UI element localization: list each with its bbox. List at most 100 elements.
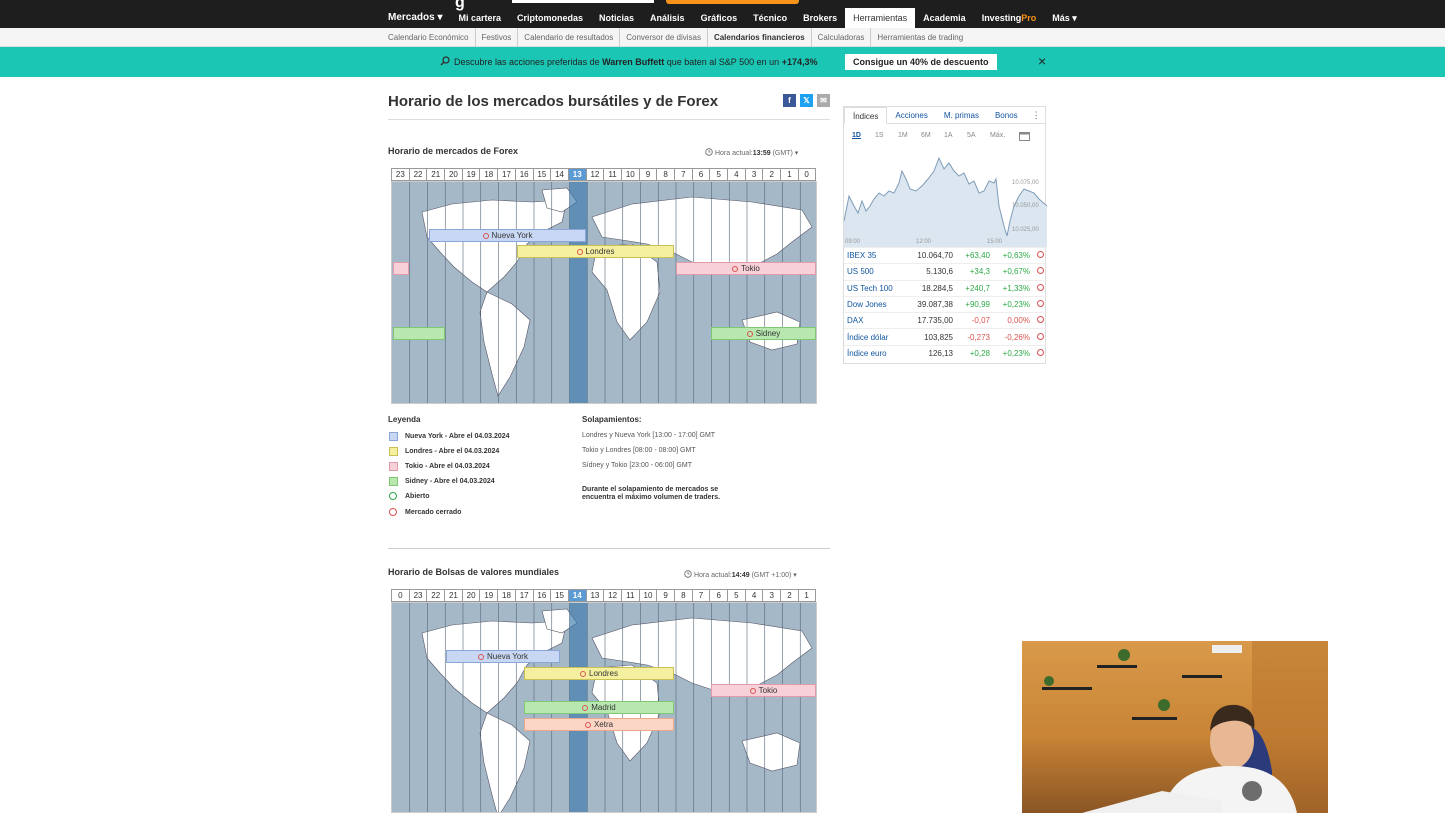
index-name[interactable]: Dow Jones [844, 300, 910, 309]
table-row[interactable]: IBEX 35 10.064,70 +63,40 +0,63% [844, 247, 1047, 263]
continent-shape [479, 291, 531, 397]
market-label: Sidney [755, 329, 781, 338]
period-1m[interactable]: 1M [898, 132, 921, 148]
period-1d[interactable]: 1D [852, 132, 875, 148]
index-value: 18.284,5 [921, 283, 953, 293]
hour-cell: 16 [532, 589, 551, 602]
nav-mas[interactable]: Más ▾ [1044, 8, 1085, 28]
table-row[interactable]: Dow Jones 39.087,38 +90,99 +0,23% [844, 295, 1047, 312]
period-1a[interactable]: 1A [944, 132, 967, 148]
nav-noticias[interactable]: Noticias [591, 8, 642, 28]
hour-cell: 23 [408, 589, 427, 602]
nav-herramientas[interactable]: Herramientas [845, 8, 916, 28]
period-1s[interactable]: 1S [875, 132, 898, 148]
table-row[interactable]: Índice dólar 103,825 -0,273 -0,26% [844, 328, 1047, 344]
period-5a[interactable]: 5A [967, 132, 990, 148]
expand-chart-icon[interactable] [1019, 132, 1030, 141]
search-input[interactable] [512, 0, 654, 3]
nav-graficos[interactable]: Gráficos [693, 8, 746, 28]
nav-brokers[interactable]: Brokers [795, 8, 845, 28]
index-name[interactable]: DAX [844, 316, 910, 325]
index-change: +240,7 [965, 283, 990, 293]
closed-icon [1030, 348, 1044, 358]
subnav-calendarios-financieros[interactable]: Calendarios financieros [708, 28, 812, 47]
twitter-icon[interactable]: 𝕏 [800, 94, 813, 107]
promo-name: Warren Buffett [602, 57, 665, 67]
chart-x-label: 12:00 [916, 239, 932, 245]
index-name[interactable]: US Tech 100 [844, 284, 910, 293]
legend-swatch [389, 462, 398, 471]
subnav-calculadoras[interactable]: Calculadoras [812, 28, 872, 47]
hour-cell: 18 [479, 168, 498, 181]
promo-cta-button[interactable]: Consigue un 40% de descuento [845, 54, 997, 70]
map-svg [409, 182, 813, 403]
forex-section-title: Horario de mercados de Forex [388, 146, 519, 156]
share-buttons: f 𝕏 ✉ [783, 94, 830, 107]
chart-y-label: 10.050,00 [1012, 203, 1039, 209]
subnav-herramientas-trading[interactable]: Herramientas de trading [871, 28, 969, 47]
tab-acciones[interactable]: Acciones [887, 107, 935, 123]
period-6m[interactable]: 6M [921, 132, 944, 148]
hour-cell: 10 [620, 168, 639, 181]
legend-item-cerrado: Mercado cerrado [389, 508, 461, 516]
subnav-festivos[interactable]: Festivos [476, 28, 519, 47]
nav-mercados[interactable]: Mercados ▾ [380, 8, 450, 28]
subnav-conversor-divisas[interactable]: Conversor de divisas [620, 28, 708, 47]
nav-mi-cartera[interactable]: Mi cartera [450, 8, 509, 28]
main-nav: Mercados ▾ Mi cartera Criptomonedas Noti… [380, 8, 1085, 28]
nav-investingpro[interactable]: InvestingPro [974, 8, 1045, 28]
stocks-clock[interactable]: Hora actual:14:49 (GMT +1:00) ▾ [684, 570, 797, 579]
tab-indices[interactable]: Índices [844, 107, 888, 124]
tab-bonos[interactable]: Bonos [987, 107, 1026, 123]
promo-button[interactable] [666, 0, 799, 4]
market-bar-madrid[interactable]: Madrid [524, 701, 674, 714]
market-bar-nueva-york[interactable]: Nueva York [446, 650, 560, 663]
subnav-calendario-resultados[interactable]: Calendario de resultados [518, 28, 621, 47]
closed-icon [1030, 300, 1044, 309]
market-bar-tokio[interactable]: Tokio [676, 262, 816, 275]
nav-tecnico[interactable]: Técnico [745, 8, 795, 28]
nav-criptomonedas[interactable]: Criptomonedas [509, 8, 591, 28]
table-row[interactable]: US Tech 100 18.284,5 +240,7 +1,33% [844, 279, 1047, 296]
table-row[interactable]: US 500 5.130,6 +34,3 +0,67% [844, 263, 1047, 279]
email-icon[interactable]: ✉ [817, 94, 830, 107]
legend-item-londres: Londres - Abre el 04.03.2024 [389, 447, 499, 456]
market-bar-xetra[interactable]: Xetra [524, 718, 674, 731]
table-row[interactable]: Índice euro 126,13 +0,28 +0,23% [844, 344, 1047, 361]
forex-clock[interactable]: Hora actual:13:59 (GMT) ▾ [705, 148, 798, 157]
subnav-calendario-economico[interactable]: Calendario Económico [388, 28, 476, 47]
index-name[interactable]: US 500 [844, 267, 910, 276]
market-bar-sidney-wrap[interactable] [393, 327, 445, 340]
close-icon[interactable]: × [1038, 54, 1046, 68]
facebook-icon[interactable]: f [783, 94, 796, 107]
page-title: Horario de los mercados bursátiles y de … [388, 93, 719, 110]
promo-text[interactable]: Descubre las acciones preferidas de Warr… [440, 47, 817, 77]
market-bar-tokio-wrap[interactable] [393, 262, 409, 275]
more-icon[interactable]: ⋮ [1026, 107, 1041, 123]
table-row[interactable]: DAX 17.735,00 -0,07 0,00% [844, 312, 1047, 328]
market-bar-tokio[interactable]: Tokio [711, 684, 816, 697]
market-bar-sidney[interactable]: Sidney [711, 327, 816, 340]
market-label: Nueva York [487, 652, 528, 661]
nav-academia[interactable]: Academia [915, 8, 974, 28]
stocks-world-map: Nueva York Londres Tokio Madrid Xetra [391, 602, 817, 813]
index-pct: +0,67% [1002, 267, 1030, 277]
index-name[interactable]: Índice dólar [844, 333, 910, 342]
market-label: Tokio [758, 686, 778, 695]
index-name[interactable]: IBEX 35 [844, 251, 910, 260]
promo-banner: Descubre las acciones preferidas de Warr… [0, 47, 1445, 77]
market-bar-londres[interactable]: Londres [517, 245, 674, 258]
market-bar-londres[interactable]: Londres [524, 667, 674, 680]
period-max[interactable]: Máx. [990, 132, 1013, 148]
tab-materias-primas[interactable]: M. primas [936, 107, 987, 123]
nav-analisis[interactable]: Análisis [642, 8, 693, 28]
overlap-note: Durante el solapamiento de mercados se e… [582, 486, 721, 501]
chart-x-label: 09:00 [845, 239, 861, 245]
nav-pro-text: Pro [1021, 13, 1037, 23]
webcam-overlay [1022, 641, 1328, 813]
index-change: +34,3 [969, 267, 990, 277]
index-value: 39.087,38 [917, 300, 953, 310]
index-name[interactable]: Índice euro [844, 349, 910, 358]
hour-cell: 7 [691, 589, 710, 602]
market-bar-nueva-york[interactable]: Nueva York [429, 229, 586, 242]
